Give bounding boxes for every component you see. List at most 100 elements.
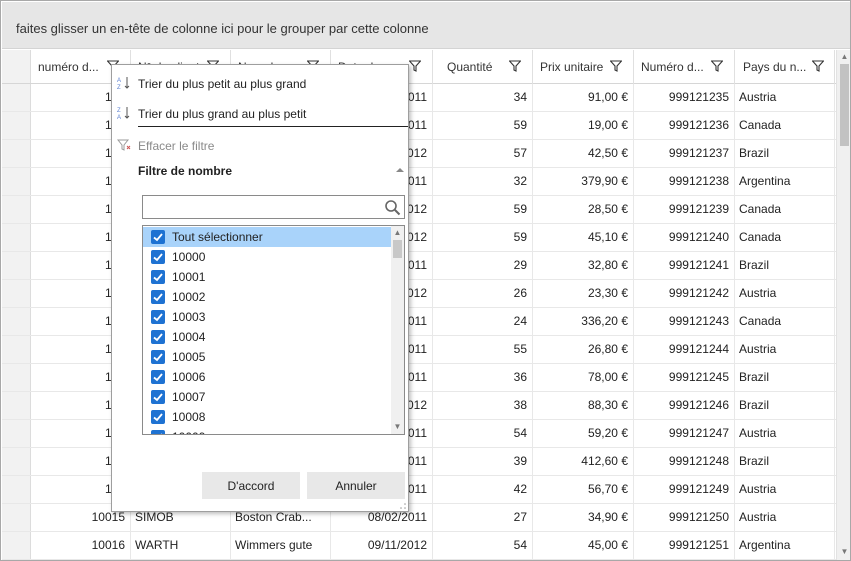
vertical-scrollbar[interactable]: ▲ ▼ (836, 50, 850, 560)
table-cell[interactable]: Brazil (735, 448, 835, 476)
table-cell[interactable]: 59 (433, 196, 533, 224)
table-cell[interactable]: 34 (433, 84, 533, 112)
table-cell[interactable]: 19,00 € (533, 112, 634, 140)
table-cell[interactable]: 57 (433, 140, 533, 168)
filter-icon[interactable] (812, 60, 824, 72)
checkbox[interactable] (151, 410, 165, 424)
table-cell[interactable]: 999121242 (634, 280, 735, 308)
list-scrollbar[interactable]: ▲ ▼ (391, 226, 404, 434)
scrollbar-thumb[interactable] (840, 64, 849, 146)
table-cell[interactable]: 23,30 € (533, 280, 634, 308)
table-cell[interactable]: Brazil (735, 364, 835, 392)
filter-list-item[interactable]: 10001 (143, 267, 391, 287)
table-cell[interactable]: 999121247 (634, 420, 735, 448)
table-cell[interactable]: 999121241 (634, 252, 735, 280)
table-cell[interactable]: Brazil (735, 392, 835, 420)
table-cell[interactable]: Wimmers gute (231, 532, 331, 560)
table-cell[interactable]: 54 (433, 420, 533, 448)
table-cell[interactable]: 59 (433, 112, 533, 140)
table-cell[interactable]: 91,00 € (533, 84, 634, 112)
table-cell[interactable]: 999121245 (634, 364, 735, 392)
table-cell[interactable]: 26,80 € (533, 336, 634, 364)
checkbox[interactable] (151, 250, 165, 264)
filter-icon[interactable] (509, 60, 521, 72)
table-cell[interactable]: 28,50 € (533, 196, 634, 224)
filter-list-item[interactable]: 10006 (143, 367, 391, 387)
list-scroll-down-icon[interactable]: ▼ (393, 422, 402, 431)
filter-list-item[interactable]: 10005 (143, 347, 391, 367)
checkbox[interactable] (151, 350, 165, 364)
filter-list-item[interactable]: 10007 (143, 387, 391, 407)
table-cell[interactable]: Austria (735, 336, 835, 364)
collapse-arrow-icon[interactable] (396, 168, 404, 172)
table-cell[interactable]: 10016 (31, 532, 131, 560)
table-cell[interactable]: Brazil (735, 252, 835, 280)
table-cell[interactable]: 56,70 € (533, 476, 634, 504)
table-cell[interactable]: 27 (433, 504, 533, 532)
table-cell[interactable]: 999121239 (634, 196, 735, 224)
table-cell[interactable]: Canada (735, 112, 835, 140)
column-header[interactable]: Prix unitaire (533, 50, 634, 84)
table-row[interactable]: 10016 WARTH Wimmers gute 09/11/2012 54 45,00 … (2, 532, 836, 560)
table-cell[interactable]: 45,00 € (533, 532, 634, 560)
table-cell[interactable]: 412,60 € (533, 448, 634, 476)
checkbox[interactable] (151, 430, 165, 434)
table-cell[interactable]: 32,80 € (533, 252, 634, 280)
table-cell[interactable]: 36 (433, 364, 533, 392)
filter-list-item[interactable]: 10002 (143, 287, 391, 307)
scroll-down-arrow-icon[interactable]: ▼ (840, 547, 849, 556)
table-cell[interactable]: Austria (735, 504, 835, 532)
table-cell[interactable]: 42,50 € (533, 140, 634, 168)
filter-icon[interactable] (610, 60, 622, 72)
table-cell[interactable]: Canada (735, 224, 835, 252)
table-cell[interactable]: 999121244 (634, 336, 735, 364)
cancel-button[interactable]: Annuler (307, 472, 405, 499)
table-cell[interactable]: 379,90 € (533, 168, 634, 196)
table-cell[interactable]: Austria (735, 280, 835, 308)
column-header[interactable]: Pays du n... (735, 50, 835, 84)
list-scroll-up-icon[interactable]: ▲ (393, 228, 402, 237)
table-cell[interactable]: 34,90 € (533, 504, 634, 532)
ok-button[interactable]: D'accord (202, 472, 300, 499)
group-by-panel[interactable]: faites glisser un en-tête de colonne ici… (2, 2, 850, 49)
table-cell[interactable]: 55 (433, 336, 533, 364)
checkbox[interactable] (151, 390, 165, 404)
table-cell[interactable]: 999121250 (634, 504, 735, 532)
filter-list-item[interactable]: 10003 (143, 307, 391, 327)
table-cell[interactable]: Brazil (735, 140, 835, 168)
checkbox[interactable] (151, 370, 165, 384)
table-cell[interactable]: 45,10 € (533, 224, 634, 252)
filter-icon[interactable] (409, 60, 421, 72)
filter-list-item[interactable]: Tout sélectionner (143, 227, 391, 247)
filter-list-item[interactable]: 10004 (143, 327, 391, 347)
checkbox[interactable] (151, 330, 165, 344)
clear-filter-item[interactable]: Effacer le filtre (112, 130, 408, 158)
table-cell[interactable]: Austria (735, 476, 835, 504)
table-cell[interactable]: 999121248 (634, 448, 735, 476)
table-cell[interactable]: 336,20 € (533, 308, 634, 336)
checkbox[interactable] (151, 290, 165, 304)
table-cell[interactable]: 999121246 (634, 392, 735, 420)
table-cell[interactable]: Canada (735, 308, 835, 336)
table-cell[interactable]: 38 (433, 392, 533, 420)
table-cell[interactable]: 999121243 (634, 308, 735, 336)
table-cell[interactable]: 39 (433, 448, 533, 476)
checkbox[interactable] (151, 230, 165, 244)
resize-grip-icon[interactable] (399, 502, 407, 510)
filter-search-box[interactable] (142, 195, 405, 219)
filter-values-list[interactable]: 10009 10008 10007 10006 10005 10004 10003 10002… (142, 225, 405, 435)
table-cell[interactable]: WARTH (131, 532, 231, 560)
filter-list-item[interactable]: 10009 (143, 427, 391, 434)
table-cell[interactable]: 999121249 (634, 476, 735, 504)
table-cell[interactable]: 54 (433, 532, 533, 560)
list-scrollbar-thumb[interactable] (393, 240, 402, 258)
scroll-up-arrow-icon[interactable]: ▲ (840, 52, 849, 61)
table-cell[interactable]: 999121236 (634, 112, 735, 140)
table-cell[interactable]: 32 (433, 168, 533, 196)
table-cell[interactable]: 999121237 (634, 140, 735, 168)
sort-descending-item[interactable]: Z A Trier du plus grand au plus petit (112, 98, 408, 126)
table-cell[interactable]: 999121240 (634, 224, 735, 252)
column-header[interactable]: Numéro d... (634, 50, 735, 84)
table-cell[interactable]: 999121238 (634, 168, 735, 196)
table-cell[interactable]: 78,00 € (533, 364, 634, 392)
